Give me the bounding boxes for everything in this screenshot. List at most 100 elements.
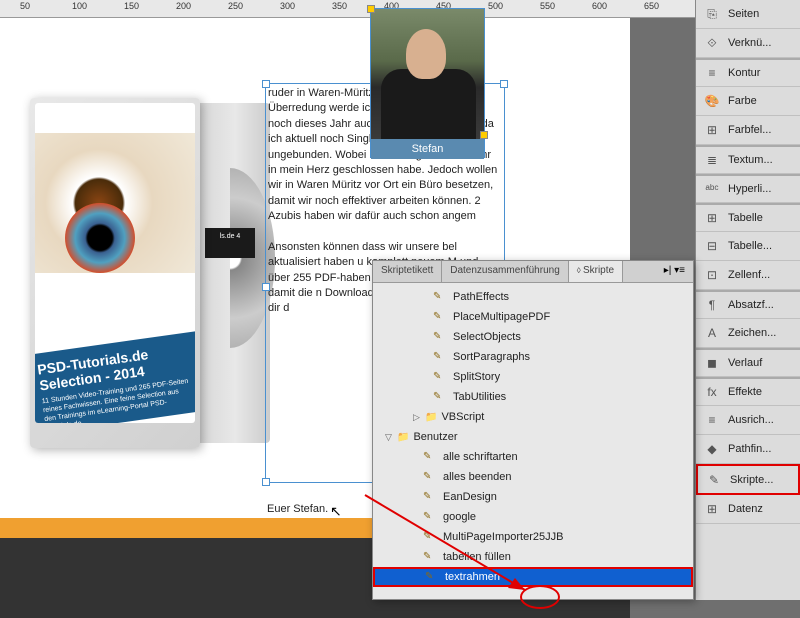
panel-item-kontur[interactable]: ≡ Kontur (696, 58, 800, 87)
script-icon (423, 471, 439, 483)
selection-handle[interactable] (262, 283, 270, 291)
tree-script-item[interactable]: SortParagraphs (373, 347, 693, 367)
panel-icon: ⎘ (704, 6, 720, 22)
panel-label: Farbfel... (728, 124, 771, 136)
panel-menu-icon[interactable]: ▸| ▾≡ (656, 261, 693, 282)
folder-icon (425, 411, 441, 423)
scripts-panel[interactable]: Skriptetikett Datenzusammenführung Skrip… (372, 260, 694, 600)
panel-label: Verknü... (728, 37, 771, 49)
panel-icon: ⊞ (704, 210, 720, 226)
panel-label: Textum... (728, 154, 773, 166)
script-icon (423, 551, 439, 563)
panel-item-pathfin[interactable]: ◆Pathfin... (696, 435, 800, 464)
dvd-product-image: ls.de 4 PSD-Tutorials.de Selection - 201… (30, 78, 270, 458)
panel-label: Zellenf... (728, 269, 770, 281)
panel-label: Datenz (728, 503, 763, 515)
panel-item-tabelle[interactable]: ⊞Tabelle (696, 203, 800, 232)
panel-item-verlauf[interactable]: ◼Verlauf (696, 348, 800, 377)
panel-item-datenz[interactable]: ⊞ Datenz (696, 495, 800, 524)
panel-item-textum[interactable]: ≣Textum... (696, 145, 800, 174)
panel-label: Hyperli... (728, 183, 771, 195)
script-icon (423, 531, 439, 543)
tab-skriptetikett[interactable]: Skriptetikett (373, 261, 442, 282)
anchor-handle[interactable] (480, 131, 488, 139)
signature-text: Euer Stefan. (267, 503, 328, 515)
panel-label: Absatzf... (728, 299, 774, 311)
panel-label: Effekte (728, 386, 762, 398)
tree-script-item[interactable]: TabUtilities (373, 387, 693, 407)
panel-label: Pathfin... (728, 443, 771, 455)
selection-handle[interactable] (262, 80, 270, 88)
tree-script-item[interactable]: SelectObjects (373, 327, 693, 347)
tree-label: VBScript (441, 411, 484, 423)
script-icon (425, 571, 441, 583)
tab-skripte[interactable]: Skripte (569, 261, 623, 282)
panel-icon: ⟐ (704, 35, 720, 51)
tree-label: PlaceMultipagePDF (453, 311, 550, 323)
panel-icon: ⊞ (704, 122, 720, 138)
tree-folder[interactable]: ▽Benutzer (373, 427, 693, 447)
panel-icon: 🎨 (704, 93, 720, 109)
tree-label: alles beenden (443, 471, 512, 483)
tree-script-item[interactable]: MultiPageImporter25JJB (373, 527, 693, 547)
panel-icon: ¶ (704, 297, 720, 313)
panel-item-verkn[interactable]: ⟐ Verknü... (696, 29, 800, 58)
panel-label: Zeichen... (728, 327, 776, 339)
selection-handle[interactable] (500, 80, 508, 88)
tree-label: MultiPageImporter25JJB (443, 531, 563, 543)
panel-item-skripte[interactable]: ✎Skripte... (696, 464, 800, 495)
selection-handle[interactable] (262, 478, 270, 486)
panel-label: Kontur (728, 67, 760, 79)
folder-icon (397, 431, 413, 443)
tree-script-item[interactable]: tabellen füllen (373, 547, 693, 567)
tree-script-item[interactable]: EanDesign (373, 487, 693, 507)
panel-icon: ≡ (704, 65, 720, 81)
tree-script-item[interactable]: SplitStory (373, 367, 693, 387)
horizontal-ruler: 50100150200250300350400450500550600650 (0, 0, 695, 18)
script-icon (433, 351, 449, 363)
panel-icon: ⊟ (704, 238, 720, 254)
script-icon (433, 371, 449, 383)
tree-script-item[interactable]: textrahmen (373, 567, 693, 587)
panel-label: Ausrich... (728, 414, 774, 426)
disc-label: ls.de 4 (205, 228, 255, 258)
panel-item-farbfel[interactable]: ⊞ Farbfel... (696, 116, 800, 145)
script-icon (433, 391, 449, 403)
panel-item-zellenf[interactable]: ⊡Zellenf... (696, 261, 800, 290)
panel-item-hyperli[interactable]: ᵃᵇᶜ Hyperli... (696, 174, 800, 203)
expand-icon[interactable]: ▽ (385, 432, 397, 443)
panel-item-absatzf[interactable]: ¶ Absatzf... (696, 290, 800, 319)
panel-label: Seiten (728, 8, 759, 20)
photo-caption: Stefan (371, 139, 484, 159)
tree-script-item[interactable]: alles beenden (373, 467, 693, 487)
tree-script-item[interactable]: PlaceMultipagePDF (373, 307, 693, 327)
tab-datenzusammenfuehrung[interactable]: Datenzusammenführung (442, 261, 569, 282)
panel-item-zeichen[interactable]: A Zeichen... (696, 319, 800, 348)
tree-script-item[interactable]: alle schriftarten (373, 447, 693, 467)
scripts-tree[interactable]: PathEffects PlaceMultipagePDF SelectObject… (373, 283, 693, 597)
panel-icon: ᵃᵇᶜ (704, 181, 720, 197)
photo-frame[interactable]: Stefan (370, 8, 485, 158)
expand-icon[interactable]: ▷ (413, 412, 425, 423)
tree-label: textrahmen (445, 571, 500, 583)
panel-icon: fx (704, 384, 720, 400)
anchor-handle[interactable] (367, 5, 375, 13)
tree-label: SortParagraphs (453, 351, 530, 363)
script-icon (433, 331, 449, 343)
tree-script-item[interactable]: PathEffects (373, 287, 693, 307)
panel-item-ausrich[interactable]: ≡Ausrich... (696, 406, 800, 435)
panel-item-seiten[interactable]: ⎘ Seiten (696, 0, 800, 29)
tree-label: EanDesign (443, 491, 497, 503)
scripts-panel-tabs: Skriptetikett Datenzusammenführung Skrip… (373, 261, 693, 283)
panel-label: Farbe (728, 95, 757, 107)
panels-dock: ⎘ Seiten ⟐ Verknü... ≡ Kontur 🎨 Farbe ⊞ Farbfel..… (695, 0, 800, 600)
panel-icon: A (704, 325, 720, 341)
panel-item-effekte[interactable]: fx Effekte (696, 377, 800, 406)
panel-label: Tabelle... (728, 240, 772, 252)
tree-script-item[interactable]: google (373, 507, 693, 527)
panel-label: Skripte... (730, 474, 773, 486)
panel-icon: ⊞ (704, 501, 720, 517)
panel-item-tabelle[interactable]: ⊟ Tabelle... (696, 232, 800, 261)
panel-item-farbe[interactable]: 🎨 Farbe (696, 87, 800, 116)
tree-folder[interactable]: ▷ VBScript (373, 407, 693, 427)
